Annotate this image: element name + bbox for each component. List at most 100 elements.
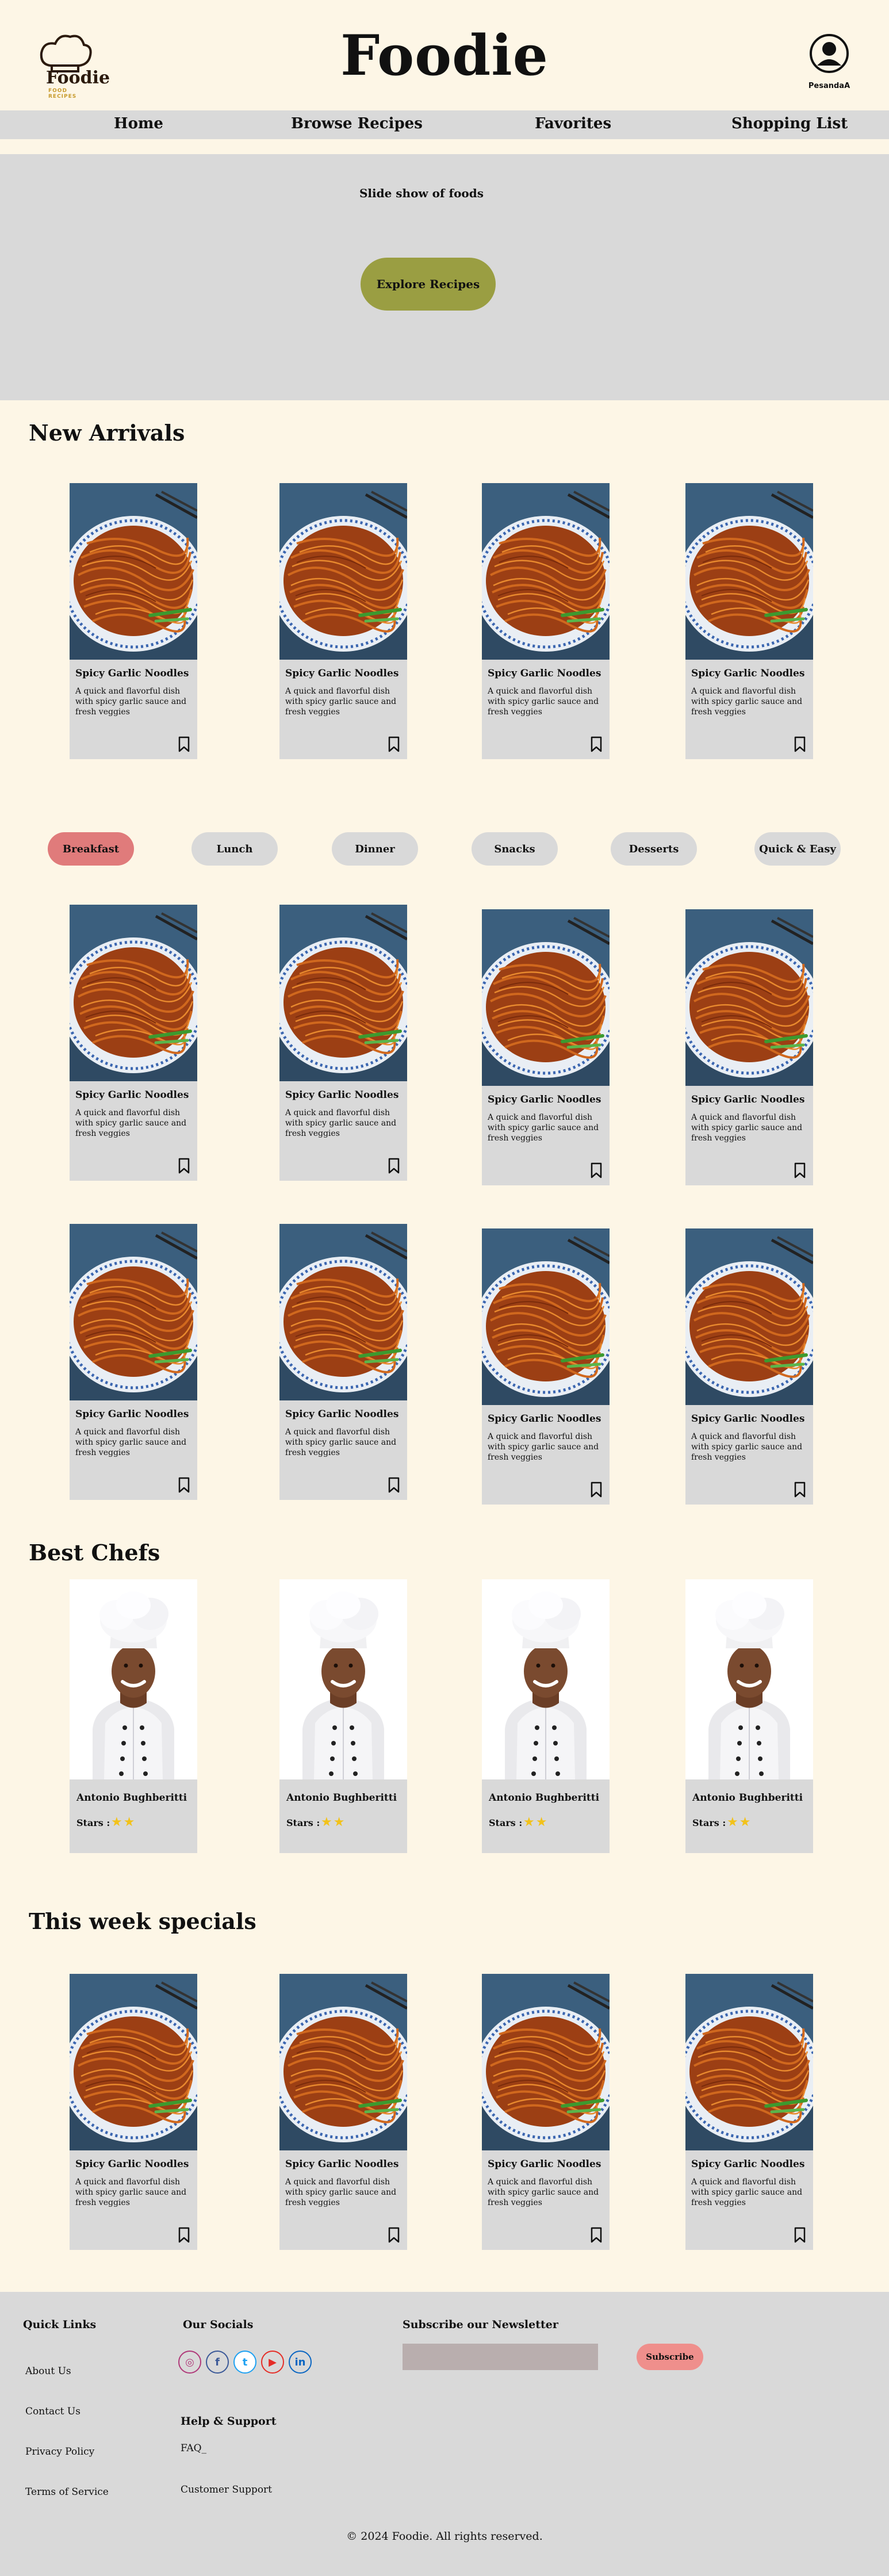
category-desserts[interactable]: Desserts [611,832,697,866]
bookmark-icon[interactable] [794,1482,806,1498]
bookmark-icon[interactable] [178,1158,190,1174]
newsletter-email-input[interactable] [403,2344,598,2370]
best-chefs-title: Best Chefs [29,1540,160,1565]
instagram-icon[interactable]: ◎ [178,2351,201,2374]
bookmark-icon[interactable] [388,1158,400,1174]
recipe-title: Spicy Garlic Noodles [488,668,601,679]
facebook-icon[interactable]: f [206,2351,229,2374]
recipe-description: A quick and flavorful dish with spicy ga… [691,2177,803,2207]
chef-photo [482,1579,610,1779]
recipe-image [685,483,813,660]
recipe-card[interactable]: Spicy Garlic Noodles A quick and flavorfu… [279,483,407,759]
recipe-image [685,909,813,1086]
recipe-card[interactable]: Spicy Garlic Noodles A quick and flavorfu… [70,1974,197,2250]
recipe-title: Spicy Garlic Noodles [691,1094,805,1105]
recipe-card[interactable]: Spicy Garlic Noodles A quick and flavorfu… [482,909,610,1185]
bookmark-icon[interactable] [794,736,806,752]
youtube-icon[interactable]: ▶ [261,2351,284,2374]
hero-slideshow: Slide show of foods Explore Recipes [0,154,889,400]
stars-label: Stars : [489,1817,523,1828]
twitter-icon[interactable]: t [233,2351,256,2374]
category-quick-easy[interactable]: Quick & Easy [754,832,841,866]
recipe-image [279,905,407,1081]
stars-label: Stars : [692,1817,726,1828]
chef-card[interactable]: Antonio Bughberitti Stars : ★★ [685,1579,813,1853]
bookmark-icon[interactable] [794,1162,806,1178]
stars-label: Stars : [286,1817,320,1828]
bookmark-icon[interactable] [388,1477,400,1493]
quick-links-title: Quick Links [23,2318,97,2331]
star-rating: ★★ [111,1815,136,1829]
recipe-card[interactable]: Spicy Garlic Noodles A quick and flavorfu… [70,1224,197,1500]
footer-link-privacy[interactable]: Privacy Policy [25,2446,94,2458]
recipe-card[interactable]: Spicy Garlic Noodles A quick and flavorfu… [279,1224,407,1500]
bookmark-icon[interactable] [178,1477,190,1493]
nav-shopping-list[interactable]: Shopping List [731,115,848,132]
bookmark-icon[interactable] [794,2227,806,2243]
recipe-title: Spicy Garlic Noodles [285,2158,399,2170]
recipe-image [70,905,197,1081]
subscribe-button[interactable]: Subscribe [637,2344,703,2370]
bookmark-icon[interactable] [590,2227,603,2243]
nav-browse-recipes[interactable]: Browse Recipes [291,115,423,132]
chef-name: Antonio Bughberitti [76,1792,187,1804]
recipe-image [685,1228,813,1405]
chef-photo [279,1579,407,1779]
hero-caption: Slide show of foods [359,186,484,200]
recipe-card[interactable]: Spicy Garlic Noodles A quick and flavorfu… [482,1974,610,2250]
recipe-image [482,1228,610,1405]
recipe-title: Spicy Garlic Noodles [75,668,189,679]
recipe-card[interactable]: Spicy Garlic Noodles A quick and flavorfu… [685,909,813,1185]
recipe-card[interactable]: Spicy Garlic Noodles A quick and flavorfu… [279,905,407,1181]
linkedin-icon[interactable]: in [289,2351,312,2374]
user-avatar-icon [810,34,849,73]
bookmark-icon[interactable] [590,1162,603,1178]
bookmark-icon[interactable] [388,2227,400,2243]
footer-link-faq[interactable]: FAQ_ [181,2443,206,2454]
chef-card[interactable]: Antonio Bughberitti Stars : ★★ [482,1579,610,1853]
recipe-description: A quick and flavorful dish with spicy ga… [75,1427,187,1457]
footer-link-about[interactable]: About Us [25,2366,71,2377]
recipe-title: Spicy Garlic Noodles [285,1408,399,1420]
recipe-description: A quick and flavorful dish with spicy ga… [285,1108,397,1138]
category-snacks[interactable]: Snacks [472,832,558,866]
recipe-card[interactable]: Spicy Garlic Noodles A quick and flavorfu… [70,905,197,1181]
recipe-card[interactable]: Spicy Garlic Noodles A quick and flavorfu… [279,1974,407,2250]
chef-card[interactable]: Antonio Bughberitti Stars : ★★ [70,1579,197,1853]
nav-home[interactable]: Home [114,115,163,132]
recipe-card[interactable]: Spicy Garlic Noodles A quick and flavorfu… [482,483,610,759]
explore-recipes-button[interactable]: Explore Recipes [361,258,496,311]
bookmark-icon[interactable] [178,2227,190,2243]
recipe-description: A quick and flavorful dish with spicy ga… [691,1432,803,1462]
recipe-card[interactable]: Spicy Garlic Noodles A quick and flavorfu… [70,483,197,759]
recipe-card[interactable]: Spicy Garlic Noodles A quick and flavorfu… [685,1974,813,2250]
chef-card[interactable]: Antonio Bughberitti Stars : ★★ [279,1579,407,1853]
profile-name: PesandaA [808,82,850,90]
recipe-title: Spicy Garlic Noodles [691,1413,805,1425]
chef-name: Antonio Bughberitti [489,1792,600,1804]
recipe-card[interactable]: Spicy Garlic Noodles A quick and flavorfu… [685,483,813,759]
bookmark-icon[interactable] [590,736,603,752]
nav-favorites[interactable]: Favorites [535,115,611,132]
footer-link-contact[interactable]: Contact Us [25,2406,81,2417]
recipe-title: Spicy Garlic Noodles [75,2158,189,2170]
recipe-description: A quick and flavorful dish with spicy ga… [488,1113,599,1143]
recipe-description: A quick and flavorful dish with spicy ga… [691,687,803,717]
recipe-card[interactable]: Spicy Garlic Noodles A quick and flavorfu… [685,1228,813,1505]
chef-name: Antonio Bughberitti [286,1792,397,1804]
recipe-image [279,1224,407,1400]
category-lunch[interactable]: Lunch [191,832,278,866]
category-dinner[interactable]: Dinner [332,832,418,866]
chef-photo [70,1579,197,1779]
recipe-image [482,483,610,660]
recipe-title: Spicy Garlic Noodles [75,1408,189,1420]
chef-name: Antonio Bughberitti [692,1792,803,1804]
recipe-card[interactable]: Spicy Garlic Noodles A quick and flavorfu… [482,1228,610,1505]
bookmark-icon[interactable] [178,736,190,752]
profile[interactable]: PesandaA [805,33,853,97]
footer-link-terms[interactable]: Terms of Service [25,2486,109,2498]
bookmark-icon[interactable] [388,736,400,752]
footer-link-support[interactable]: Customer Support [181,2484,272,2495]
category-breakfast[interactable]: Breakfast [48,832,134,866]
bookmark-icon[interactable] [590,1482,603,1498]
